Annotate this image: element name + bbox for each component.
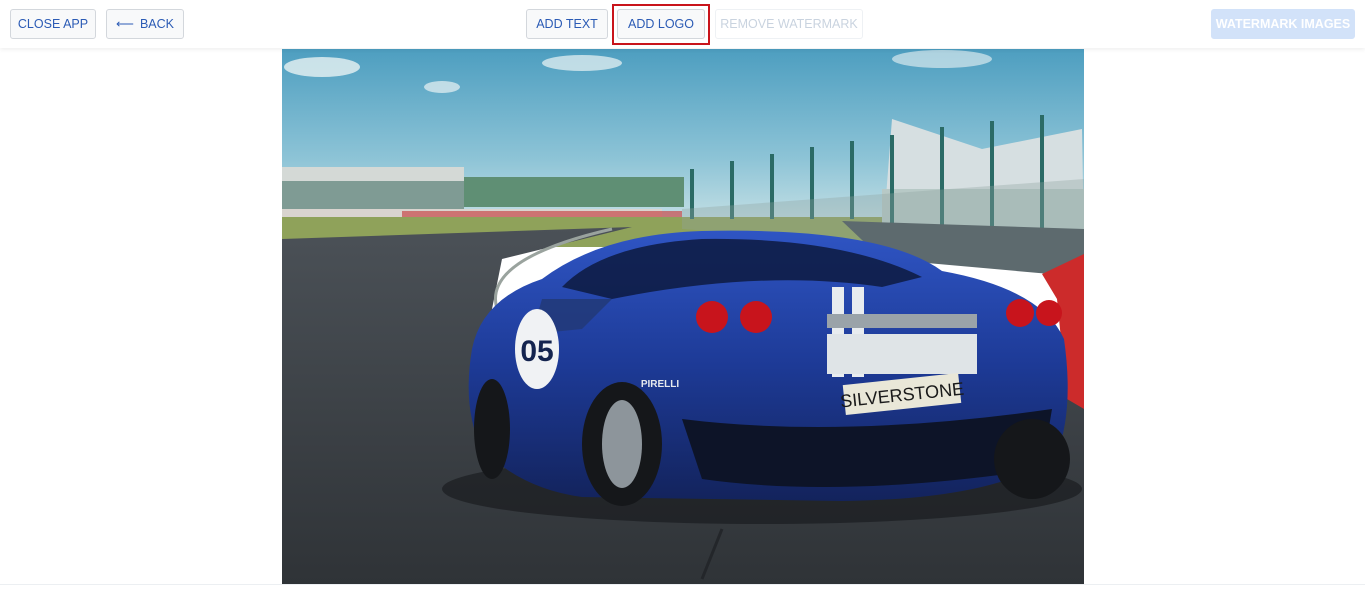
add-text-button[interactable]: ADD TEXT (526, 9, 608, 39)
watermark-images-button[interactable]: WATERMARK IMAGES (1211, 9, 1355, 39)
close-app-button[interactable]: CLOSE APP (10, 9, 96, 39)
arrow-left-icon: ⟵ (116, 17, 134, 31)
preview-image: SILVERSTONE 05 PIRELLI (282, 49, 1084, 584)
car-number: 05 (520, 335, 553, 368)
footer-divider (0, 584, 1365, 585)
back-button[interactable]: ⟵ BACK (106, 9, 184, 39)
sponsor-text: PIRELLI (641, 379, 680, 390)
add-logo-button[interactable]: ADD LOGO (617, 9, 705, 39)
top-toolbar: CLOSE APP ⟵ BACK ADD TEXT ADD LOGO REMOVE… (0, 0, 1365, 48)
back-button-label: BACK (139, 17, 174, 31)
remove-watermark-button[interactable]: REMOVE WATERMARK (715, 9, 863, 39)
